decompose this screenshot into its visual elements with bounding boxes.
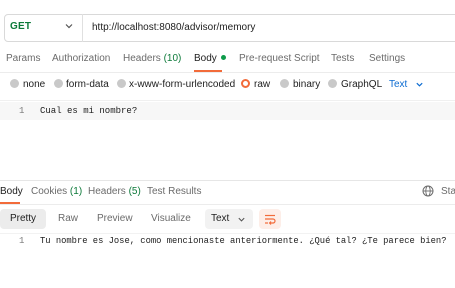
- response-tab-headers-label: Headers: [88, 186, 126, 197]
- chevron-down-icon: [238, 217, 245, 222]
- tab-headers-count: (10): [163, 53, 182, 64]
- tab-authorization-label: Authorization: [52, 53, 111, 64]
- raw-format-select[interactable]: Text: [389, 79, 407, 90]
- request-body-text[interactable]: Cual es mi nombre?: [40, 106, 137, 116]
- divider: [0, 72, 455, 73]
- view-preview-button[interactable]: Preview: [97, 209, 133, 229]
- radio-binary[interactable]: [280, 79, 289, 88]
- radio-graphql[interactable]: [328, 79, 337, 88]
- url-input[interactable]: [92, 21, 452, 35]
- divider: [0, 204, 455, 205]
- wrap-lines-icon: [265, 214, 276, 225]
- tab-tests-label: Tests: [331, 53, 355, 64]
- tab-settings[interactable]: Settings: [369, 53, 405, 64]
- view-pretty-button[interactable]: Pretty: [0, 209, 46, 229]
- tab-headers-label: Headers: [123, 53, 161, 64]
- editor-border: [0, 100, 455, 101]
- response-tab-cookies-label: Cookies: [31, 186, 68, 197]
- response-body-text[interactable]: Tu nombre es Jose, como mencionaste ante…: [40, 236, 446, 246]
- chevron-down-icon[interactable]: [64, 21, 74, 31]
- response-status-label: Sta: [441, 186, 455, 197]
- response-line-number: 1: [19, 236, 25, 246]
- tab-params-label: Params: [6, 53, 41, 64]
- response-tab-cookies[interactable]: Cookies (1): [31, 186, 82, 197]
- tab-authorization[interactable]: Authorization: [52, 53, 110, 64]
- response-editor-border: [0, 233, 455, 234]
- tab-pre-request-label: Pre-request Script: [239, 53, 320, 64]
- response-tab-test-results[interactable]: Test Results: [147, 186, 201, 197]
- radio-binary-label[interactable]: binary: [293, 79, 320, 90]
- response-tab-body[interactable]: Body: [0, 186, 23, 197]
- view-raw-button[interactable]: Raw: [58, 209, 78, 229]
- tab-body-label: Body: [194, 53, 217, 64]
- radio-none[interactable]: [10, 79, 19, 88]
- chevron-down-icon[interactable]: [415, 80, 424, 89]
- response-format-label: Text: [211, 213, 230, 224]
- globe-icon[interactable]: [422, 185, 434, 197]
- tab-body[interactable]: Body: [194, 53, 226, 64]
- radio-none-label[interactable]: none: [23, 79, 45, 90]
- tab-pre-request-script[interactable]: Pre-request Script: [239, 53, 320, 64]
- response-tab-headers[interactable]: Headers (5): [88, 186, 141, 197]
- radio-x-www-form-urlencoded[interactable]: [117, 79, 126, 88]
- url-divider: [82, 14, 83, 42]
- radio-raw[interactable]: [241, 79, 250, 88]
- response-tab-cookies-count: (1): [69, 186, 83, 197]
- radio-form-data[interactable]: [54, 79, 63, 88]
- radio-graphql-label[interactable]: GraphQL: [341, 79, 382, 90]
- method-select[interactable]: GET: [10, 21, 31, 32]
- tab-tests[interactable]: Tests: [331, 53, 354, 64]
- radio-raw-label[interactable]: raw: [254, 79, 270, 90]
- response-tab-headers-count: (5): [128, 186, 141, 197]
- body-indicator-dot: [220, 54, 226, 60]
- radio-urlencoded-label[interactable]: x-www-form-urlencoded: [129, 79, 235, 90]
- response-divider: [0, 180, 455, 181]
- line-number: 1: [19, 106, 25, 116]
- tab-headers[interactable]: Headers (10): [123, 53, 181, 64]
- tab-settings-label: Settings: [369, 53, 406, 64]
- tab-params[interactable]: Params: [6, 53, 40, 64]
- radio-form-data-label[interactable]: form-data: [66, 79, 109, 90]
- view-visualize-button[interactable]: Visualize: [151, 209, 191, 229]
